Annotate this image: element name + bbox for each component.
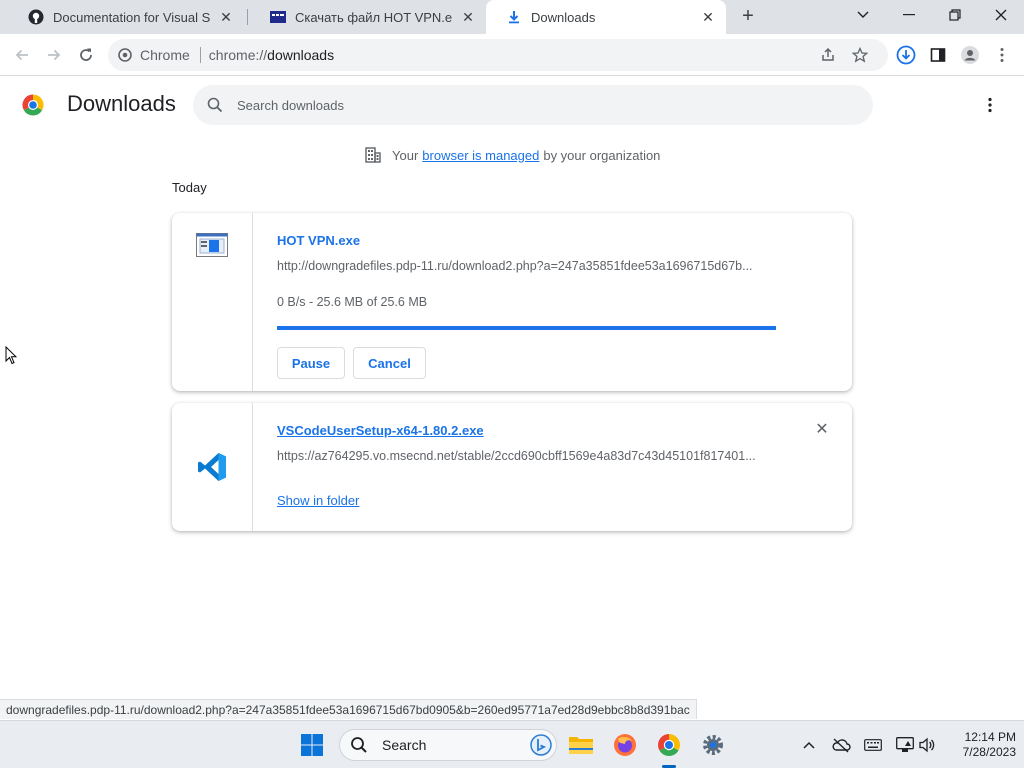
- bookmark-star-icon[interactable]: [852, 47, 868, 63]
- download-status: 0 B/s - 25.6 MB of 25.6 MB: [277, 295, 428, 309]
- downloads-header: Downloads: [0, 77, 1024, 133]
- tab-separator: [247, 9, 248, 25]
- pause-button[interactable]: Pause: [277, 347, 345, 379]
- system-clock[interactable]: 12:14 PM 7/28/2023: [946, 730, 1016, 760]
- progress-fill: [277, 326, 776, 330]
- site-favicon-icon: [270, 9, 286, 25]
- side-panel-button[interactable]: [924, 41, 952, 69]
- tab-title: Documentation for Visual Studio: [53, 9, 210, 25]
- download-icon: [506, 9, 522, 25]
- file-icon-column: [172, 403, 253, 531]
- date-heading: Today: [172, 180, 207, 195]
- new-tab-button[interactable]: +: [736, 4, 760, 28]
- profile-avatar[interactable]: [956, 41, 984, 69]
- share-icon[interactable]: [820, 47, 836, 63]
- taskbar-search[interactable]: Search: [339, 729, 557, 761]
- bing-icon: [530, 734, 552, 756]
- file-url: https://az764295.vo.msecnd.net/stable/2c…: [277, 449, 756, 463]
- keyboard-icon[interactable]: [863, 735, 883, 755]
- chrome-taskbar-icon[interactable]: [653, 729, 685, 761]
- close-icon[interactable]: ✕: [218, 9, 234, 25]
- clock-date: 7/28/2023: [962, 745, 1016, 759]
- search-icon: [350, 736, 368, 754]
- restore-button[interactable]: [932, 0, 978, 30]
- reload-button[interactable]: [72, 41, 100, 69]
- clock-time: 12:14 PM: [964, 730, 1016, 744]
- chevron-up-icon[interactable]: [799, 735, 819, 755]
- taskbar: Search 12:14 PM 7/28/2023: [0, 720, 1024, 768]
- search-icon: [207, 97, 223, 113]
- managed-suffix: by your organization: [543, 147, 661, 163]
- close-window-button[interactable]: [978, 0, 1024, 30]
- tab-title: Скачать файл HOT VPN.exe :: Ф...: [295, 9, 452, 25]
- file-explorer-icon[interactable]: [565, 729, 597, 761]
- tab-hotvpn[interactable]: Скачать файл HOT VPN.exe :: Ф... ✕: [250, 0, 486, 34]
- tab-strip: Documentation for Visual Studio ✕ Скачат…: [0, 0, 1024, 34]
- settings-gear-icon[interactable]: [697, 729, 729, 761]
- link-status-bubble: downgradefiles.pdp-11.ru/download2.php?a…: [0, 699, 697, 719]
- divider: [199, 47, 201, 63]
- downloads-button[interactable]: [892, 41, 920, 69]
- mouse-cursor-icon: [5, 346, 17, 365]
- toolbar: Chrome chrome://downloads: [0, 34, 1024, 76]
- omnibox-actions: [820, 39, 868, 71]
- progress-bar: [277, 326, 776, 330]
- chrome-chip: Chrome: [140, 47, 190, 63]
- github-icon: [28, 9, 44, 25]
- minimize-button[interactable]: [886, 0, 932, 30]
- chrome-page-icon: [118, 48, 132, 62]
- file-name[interactable]: HOT VPN.exe: [277, 233, 360, 248]
- tab-title: Downloads: [531, 9, 596, 25]
- file-name[interactable]: VSCodeUserSetup-x64-1.80.2.exe: [277, 423, 484, 438]
- file-url: http://downgradefiles.pdp-11.ru/download…: [277, 259, 753, 273]
- firefox-icon[interactable]: [609, 729, 641, 761]
- url-scheme: chrome://: [208, 47, 268, 63]
- search-box[interactable]: [193, 85, 873, 125]
- back-button[interactable]: [8, 41, 36, 69]
- more-actions-button[interactable]: [978, 93, 1002, 117]
- search-input[interactable]: [237, 97, 837, 113]
- file-icon-column: [172, 213, 253, 391]
- managed-notice: Your browser is managed by your organiza…: [364, 146, 660, 164]
- close-icon[interactable]: ✕: [700, 9, 716, 25]
- network-icon[interactable]: [895, 735, 915, 755]
- address-bar[interactable]: Chrome chrome://downloads: [108, 39, 888, 71]
- volume-icon[interactable]: [917, 735, 937, 755]
- chrome-logo-icon: [22, 94, 44, 116]
- cancel-button[interactable]: Cancel: [353, 347, 426, 379]
- forward-button[interactable]: [40, 41, 68, 69]
- tab-search-button[interactable]: [840, 0, 886, 30]
- vscode-icon: [196, 451, 228, 483]
- tab-downloads[interactable]: Downloads ✕: [486, 0, 726, 34]
- managed-link[interactable]: browser is managed: [422, 148, 539, 163]
- exe-file-icon: [196, 233, 228, 257]
- onedrive-icon[interactable]: [831, 735, 851, 755]
- download-item: VSCodeUserSetup-x64-1.80.2.exe https://a…: [172, 403, 852, 531]
- download-item: HOT VPN.exe http://downgradefiles.pdp-11…: [172, 213, 852, 391]
- page-title: Downloads: [67, 91, 176, 116]
- taskbar-search-label: Search: [382, 737, 427, 753]
- url-host: downloads: [267, 47, 335, 63]
- managed-prefix: Your: [392, 147, 419, 163]
- tab-documentation[interactable]: Documentation for Visual Studio ✕: [8, 0, 244, 34]
- building-icon: [364, 146, 382, 164]
- chrome-menu-button[interactable]: [988, 41, 1016, 69]
- remove-item-icon[interactable]: ✕: [812, 419, 832, 439]
- show-in-folder-link[interactable]: Show in folder: [277, 493, 359, 508]
- start-button[interactable]: [296, 729, 328, 761]
- close-icon[interactable]: ✕: [460, 9, 476, 25]
